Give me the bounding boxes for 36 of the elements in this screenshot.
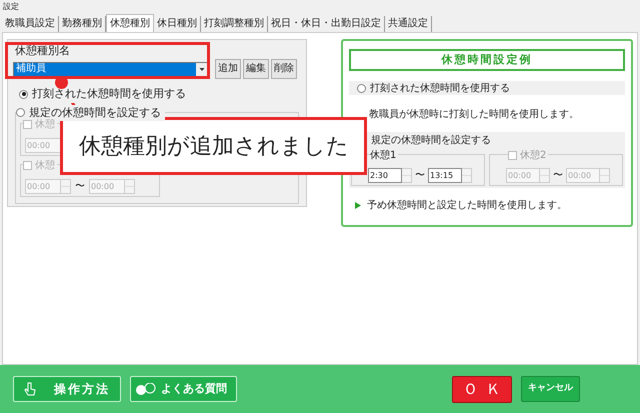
toolbar-button[interactable]: 編集	[243, 59, 269, 79]
window-title: 設定	[2, 1, 20, 13]
option-label: 打刻された休憩時間を使用する	[32, 86, 186, 102]
toolbar-button[interactable]: 削除	[271, 59, 297, 79]
time-field[interactable]: 2:30	[368, 168, 402, 182]
radio-button[interactable]	[357, 84, 366, 92]
spinner[interactable]	[540, 168, 550, 182]
checkbox-label: 休憩2	[520, 148, 546, 163]
triangle-icon	[355, 202, 361, 209]
spinner[interactable]	[600, 168, 610, 182]
description-text: 教職員が休憩時に打刻した時間を使用します。	[368, 108, 580, 122]
hand-pointer-icon	[24, 382, 36, 396]
break-type-dropdown[interactable]: 補助員	[13, 62, 209, 76]
field-label: 休憩種別名	[14, 44, 71, 58]
checkbox-label: 休憩1	[370, 148, 396, 163]
spinner[interactable]	[61, 178, 71, 194]
radio-button[interactable]	[16, 108, 25, 118]
tab[interactable]: 休憩種別	[106, 14, 154, 32]
time-field[interactable]: 13:15	[428, 168, 462, 182]
radio-button[interactable]	[19, 90, 28, 99]
range-separator: 〜	[553, 168, 563, 182]
group-label: 規定の休憩時間を設定する	[370, 134, 492, 148]
spinner[interactable]	[462, 168, 472, 182]
description-text: 予め休憩時間と設定した時間を使用します。	[367, 198, 567, 213]
speech-bubbles-icon	[135, 382, 157, 396]
toolbar-button[interactable]: 追加	[215, 59, 241, 79]
ok-button[interactable]: ＯＫ	[452, 376, 512, 402]
spinner[interactable]	[125, 178, 135, 194]
option-label: 打刻された休憩時間を使用する	[370, 82, 510, 96]
example-title: 休憩時間設定例	[349, 49, 625, 71]
range-separator: 〜	[75, 180, 85, 194]
callout-message: 休憩種別が追加されました	[60, 117, 367, 175]
spinner[interactable]	[402, 168, 412, 182]
range-separator: 〜	[415, 168, 425, 182]
checkbox-label: 休憩	[35, 158, 55, 172]
pointer-dot	[55, 76, 68, 89]
